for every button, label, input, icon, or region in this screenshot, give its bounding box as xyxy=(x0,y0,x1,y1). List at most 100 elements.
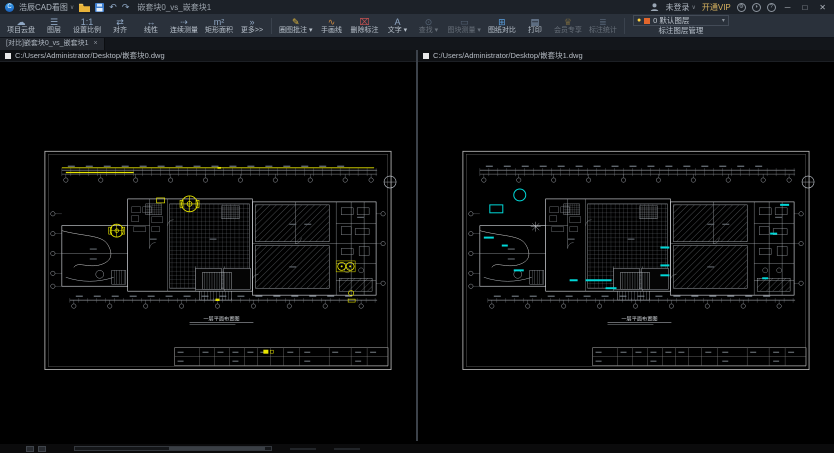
undo-button[interactable]: ↶ xyxy=(109,3,117,12)
titlebar: C 浩辰CAD看图 ∨ ↶ ↷ 嵌套块0_vs_嵌套块1 xyxy=(0,0,834,14)
align-icon: ⇄ xyxy=(116,17,124,27)
toolbar-item-continuous-measure[interactable]: ⇢连续测量 xyxy=(167,14,201,38)
text-annotate-icon: A xyxy=(394,17,400,27)
zoom-out-button[interactable] xyxy=(26,446,34,452)
freehand-line-label: 手画线 xyxy=(321,27,342,35)
layer-visibility-icon[interactable]: ● xyxy=(637,17,641,24)
document-title: 嵌套块0_vs_嵌套块1 xyxy=(137,2,211,13)
toolbar-item-print[interactable]: ▤打印 xyxy=(520,14,550,38)
toolbar-item-cloud-annotate[interactable]: ✎圈图批注 ▾ xyxy=(276,14,315,38)
toolbar-item-layers[interactable]: ☰图层 xyxy=(39,14,69,38)
drawing-compare-label: 图纸对比 xyxy=(488,27,516,35)
find-label: 查找 ▾ xyxy=(419,27,438,35)
drawing-pane-left: C:/Users/Administrator/Desktop/嵌套块0.dwg … xyxy=(0,50,416,441)
more-label: 更多>> xyxy=(241,27,263,35)
vip-exclusive-icon: ♛ xyxy=(564,17,572,27)
cad-canvas-left[interactable]: 一层平面布置图 xyxy=(0,62,416,441)
cloud-annotate-icon: ✎ xyxy=(292,17,300,27)
status-text-dim xyxy=(334,448,360,450)
status-text-dim xyxy=(290,448,316,450)
settings-icon[interactable]: ⚙ xyxy=(737,3,746,12)
toolbar-item-linear-dim[interactable]: ↔线性 xyxy=(136,14,166,38)
linear-dim-label: 线性 xyxy=(144,27,158,35)
cad-canvas-right[interactable]: 一层平面布置图 xyxy=(418,62,834,441)
folder-icon xyxy=(79,3,90,12)
annotation-stats-label: 标注统计 xyxy=(589,27,617,35)
open-file-button[interactable] xyxy=(79,3,90,12)
layers-label: 图层 xyxy=(47,27,61,35)
continuous-measure-icon: ⇢ xyxy=(180,17,188,27)
continuous-measure-label: 连续测量 xyxy=(170,27,198,35)
zoom-in-button[interactable] xyxy=(38,446,46,452)
set-scale-label: 设置比例 xyxy=(73,27,101,35)
app-menu[interactable]: 浩辰CAD看图 ∨ xyxy=(19,2,74,13)
toolbar-item-find: ⊙查找 ▾ xyxy=(413,14,443,38)
user-icon xyxy=(650,3,659,11)
chevron-down-icon: ∨ xyxy=(691,4,695,11)
login-button[interactable]: 未登录 ∨ xyxy=(665,2,695,13)
file-path-right: C:/Users/Administrator/Desktop/嵌套块1.dwg xyxy=(433,50,583,61)
toolbar-item-align[interactable]: ⇄对齐 xyxy=(105,14,135,38)
block-measure-icon: ▭ xyxy=(460,17,469,27)
cad-viewer-window: C 浩辰CAD看图 ∨ ↶ ↷ 嵌套块0_vs_嵌套块1 xyxy=(0,0,834,453)
pane-header-left: C:/Users/Administrator/Desktop/嵌套块0.dwg xyxy=(0,50,416,62)
zoom-slider[interactable] xyxy=(74,446,272,451)
file-swatch-icon xyxy=(5,53,11,59)
file-swatch-icon xyxy=(423,53,429,59)
cad-drawing-old[interactable]: 一层平面布置图 xyxy=(0,62,416,441)
plan-title: 一层平面布置图 xyxy=(621,314,657,322)
set-scale-icon: 1:1 xyxy=(81,17,94,27)
open-vip-button[interactable]: 开通VIP xyxy=(702,2,731,13)
toolbar-item-rect-area[interactable]: m²矩形面积 xyxy=(202,14,236,38)
toolbar-item-set-scale[interactable]: 1:1设置比例 xyxy=(70,14,104,38)
drawing-pane-right: C:/Users/Administrator/Desktop/嵌套块1.dwg … xyxy=(418,50,834,441)
toolbar-item-delete-annotation[interactable]: ⌧删除标注 xyxy=(347,14,381,38)
toolbar-item-drawing-compare[interactable]: ⊞图纸对比 xyxy=(485,14,519,38)
maximize-button[interactable]: □ xyxy=(799,3,810,12)
find-icon: ⊙ xyxy=(425,17,433,27)
layers-icon: ☰ xyxy=(50,17,58,27)
redo-button[interactable]: ↷ xyxy=(122,3,130,12)
toolbar-item-text-annotate[interactable]: A文字 ▾ xyxy=(382,14,412,38)
status-bar xyxy=(0,444,834,453)
app-name: 浩辰CAD看图 xyxy=(19,2,68,13)
layer-controls: ●0 默认图层▾标注图层管理 xyxy=(633,15,729,36)
file-path-left: C:/Users/Administrator/Desktop/嵌套块0.dwg xyxy=(15,50,165,61)
minimize-button[interactable]: ─ xyxy=(782,3,794,12)
block-measure-label: 图块测量 ▾ xyxy=(447,27,480,35)
print-icon: ▤ xyxy=(531,17,540,27)
rect-area-label: 矩形面积 xyxy=(205,27,233,35)
toolbar-item-freehand-line[interactable]: ∿手画线 xyxy=(316,14,346,38)
close-icon[interactable]: × xyxy=(93,38,97,50)
rect-area-icon: m² xyxy=(214,17,225,27)
cloud-drive-label: 项目云盘 xyxy=(7,27,35,35)
toolbar-item-more[interactable]: »更多>> xyxy=(237,14,267,38)
zoom-slider-handle[interactable] xyxy=(169,447,265,450)
linear-dim-icon: ↔ xyxy=(147,17,156,27)
close-button[interactable]: ✕ xyxy=(816,3,829,12)
cloud-drive-icon: ☁ xyxy=(17,17,26,27)
delete-annotation-label: 删除标注 xyxy=(350,27,378,35)
plan-title: 一层平面布置图 xyxy=(203,314,239,322)
tab-label: [对比]嵌套块0_vs_嵌套块1 xyxy=(6,38,88,50)
toolbar-item-annotation-stats: ≣标注统计 xyxy=(586,14,620,38)
save-button[interactable] xyxy=(95,3,104,12)
theme-icon[interactable]: ◑ xyxy=(752,3,761,12)
layer-color-swatch[interactable] xyxy=(644,18,650,24)
chevron-down-icon: ∨ xyxy=(70,4,74,11)
annotation-stats-icon: ≣ xyxy=(599,17,607,27)
annotation-layer-manage-button[interactable]: 标注图层管理 xyxy=(633,26,729,36)
toolbar: ☁项目云盘☰图层1:1设置比例⇄对齐↔线性⇢连续测量m²矩形面积»更多>>✎圈图… xyxy=(0,14,834,38)
vip-exclusive-label: 会员专享 xyxy=(554,27,582,35)
freehand-line-icon: ∿ xyxy=(328,17,336,27)
align-label: 对齐 xyxy=(113,27,127,35)
layer-name: 0 默认图层 xyxy=(653,15,689,26)
tab-bar: [对比]嵌套块0_vs_嵌套块1 × xyxy=(0,38,834,50)
current-layer-dropdown[interactable]: ●0 默认图层▾ xyxy=(633,15,729,26)
tab-compare-result[interactable]: [对比]嵌套块0_vs_嵌套块1 × xyxy=(0,38,105,50)
toolbar-item-cloud-drive[interactable]: ☁项目云盘 xyxy=(4,14,38,38)
delete-annotation-icon: ⌧ xyxy=(359,17,369,27)
help-icon[interactable]: ? xyxy=(767,3,776,12)
login-label: 未登录 xyxy=(665,2,689,13)
cad-drawing-new[interactable]: 一层平面布置图 xyxy=(418,62,834,441)
